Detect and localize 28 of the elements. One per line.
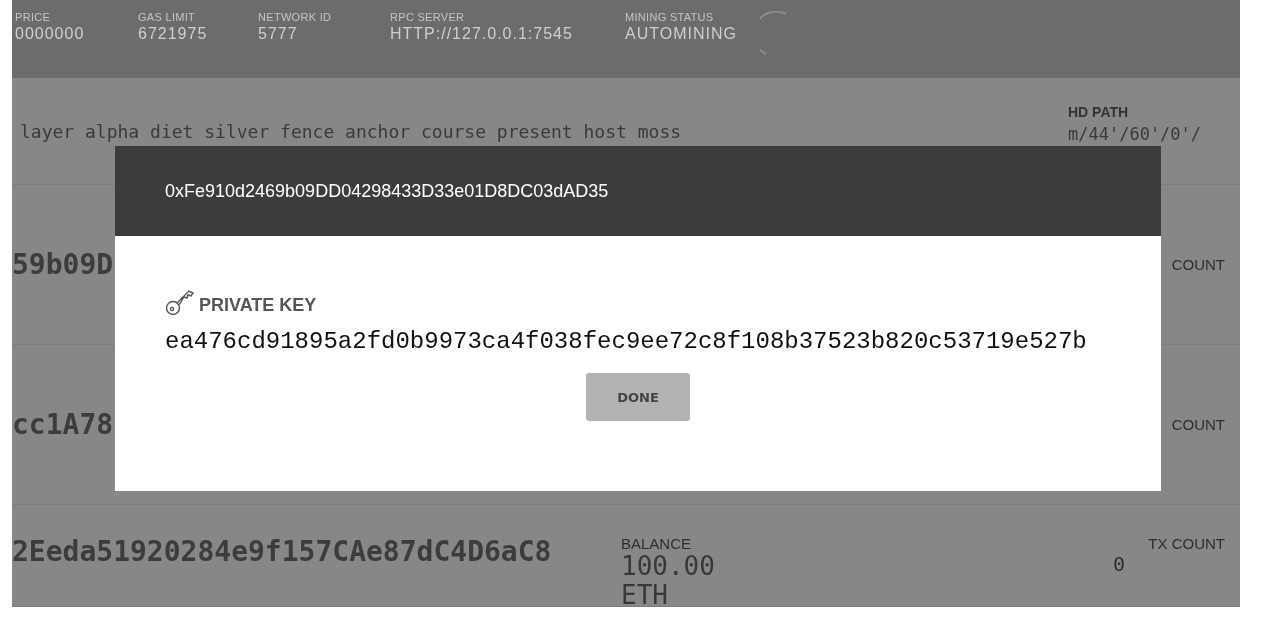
tx-count-label: COUNT [1170,416,1225,433]
stat-label: GAS LIMIT [138,11,197,23]
account-address: cc1A78 [12,408,115,441]
stat-value: HTTP://127.0.0.1:7545 [390,25,574,43]
key-icon [165,288,195,316]
private-key-text: ea476cd91895a2fd0b9973ca4f038fec9ee72c8f108b37523b820c53719e527b [165,328,1088,355]
done-button[interactable]: DONE [586,373,690,421]
account-address: 59b09D [12,248,115,281]
stat-value: 5777 [258,25,299,43]
balance-label: BALANCE [621,535,693,552]
stat-value: AUTOMINING [625,25,736,43]
spinner-icon [760,11,788,57]
balance-value: 100.00 ETH [621,552,716,607]
modal-title: 0xFe910d2469b09DD04298433D33e01D8DC03dAD35 [115,146,1161,236]
stat-label: MINING STATUS [625,11,715,23]
stat-label: RPC SERVER [390,11,466,23]
tx-count-label: COUNT [1170,256,1225,273]
tx-count-label: TX COUNT [1147,535,1225,552]
mnemonic-text: layer alpha diet silver fence anchor course present host moss [20,121,682,142]
hd-path-value: m/44'/60'/0'/ [1068,124,1203,144]
stat-value: 0000000 [15,25,86,43]
section-label: PRIVATE KEY [199,295,317,316]
tx-count-value: 0 [1113,552,1127,576]
account-address: 2Eeda51920284e9f157CAe87dC4D6aC8 [12,535,553,568]
hd-path-label: HD PATH [1068,104,1130,120]
stat-label: NETWORK ID [258,11,333,23]
stat-label: PRICE [15,11,52,23]
stat-value: 6721975 [138,25,209,43]
